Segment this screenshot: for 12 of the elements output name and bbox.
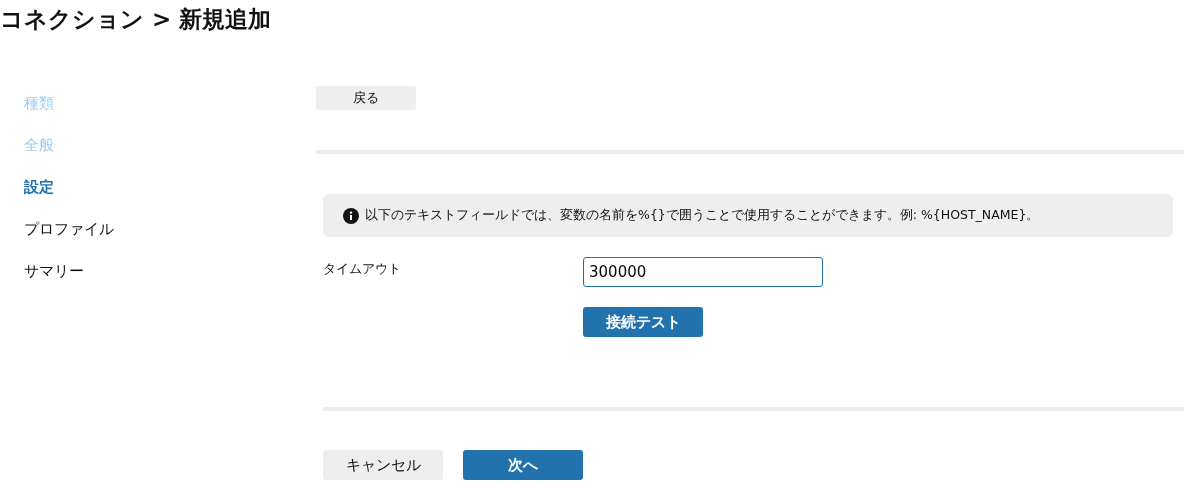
step-item[interactable]: 設定 bbox=[24, 177, 54, 198]
next-button[interactable]: 次へ bbox=[463, 450, 583, 480]
field-label: タイムアウト bbox=[323, 260, 402, 278]
input-field[interactable]: 300000 bbox=[583, 257, 823, 287]
page-title: コネクション > 新規追加 bbox=[0, 5, 273, 34]
info-text: 以下のテキストフィールドでは、変数の名前を%{}で囲うことで使用することができます。例: %{HOST_NAME}。 bbox=[365, 207, 1040, 224]
info-icon bbox=[343, 207, 359, 224]
step-item[interactable]: サマリー bbox=[24, 261, 84, 282]
connection-test-button[interactable]: 接続テスト bbox=[583, 307, 703, 337]
step-item[interactable]: プロファイル bbox=[24, 219, 114, 240]
cancel-button[interactable]: キャンセル bbox=[323, 450, 443, 480]
back-button[interactable]: 戻る bbox=[316, 86, 416, 110]
